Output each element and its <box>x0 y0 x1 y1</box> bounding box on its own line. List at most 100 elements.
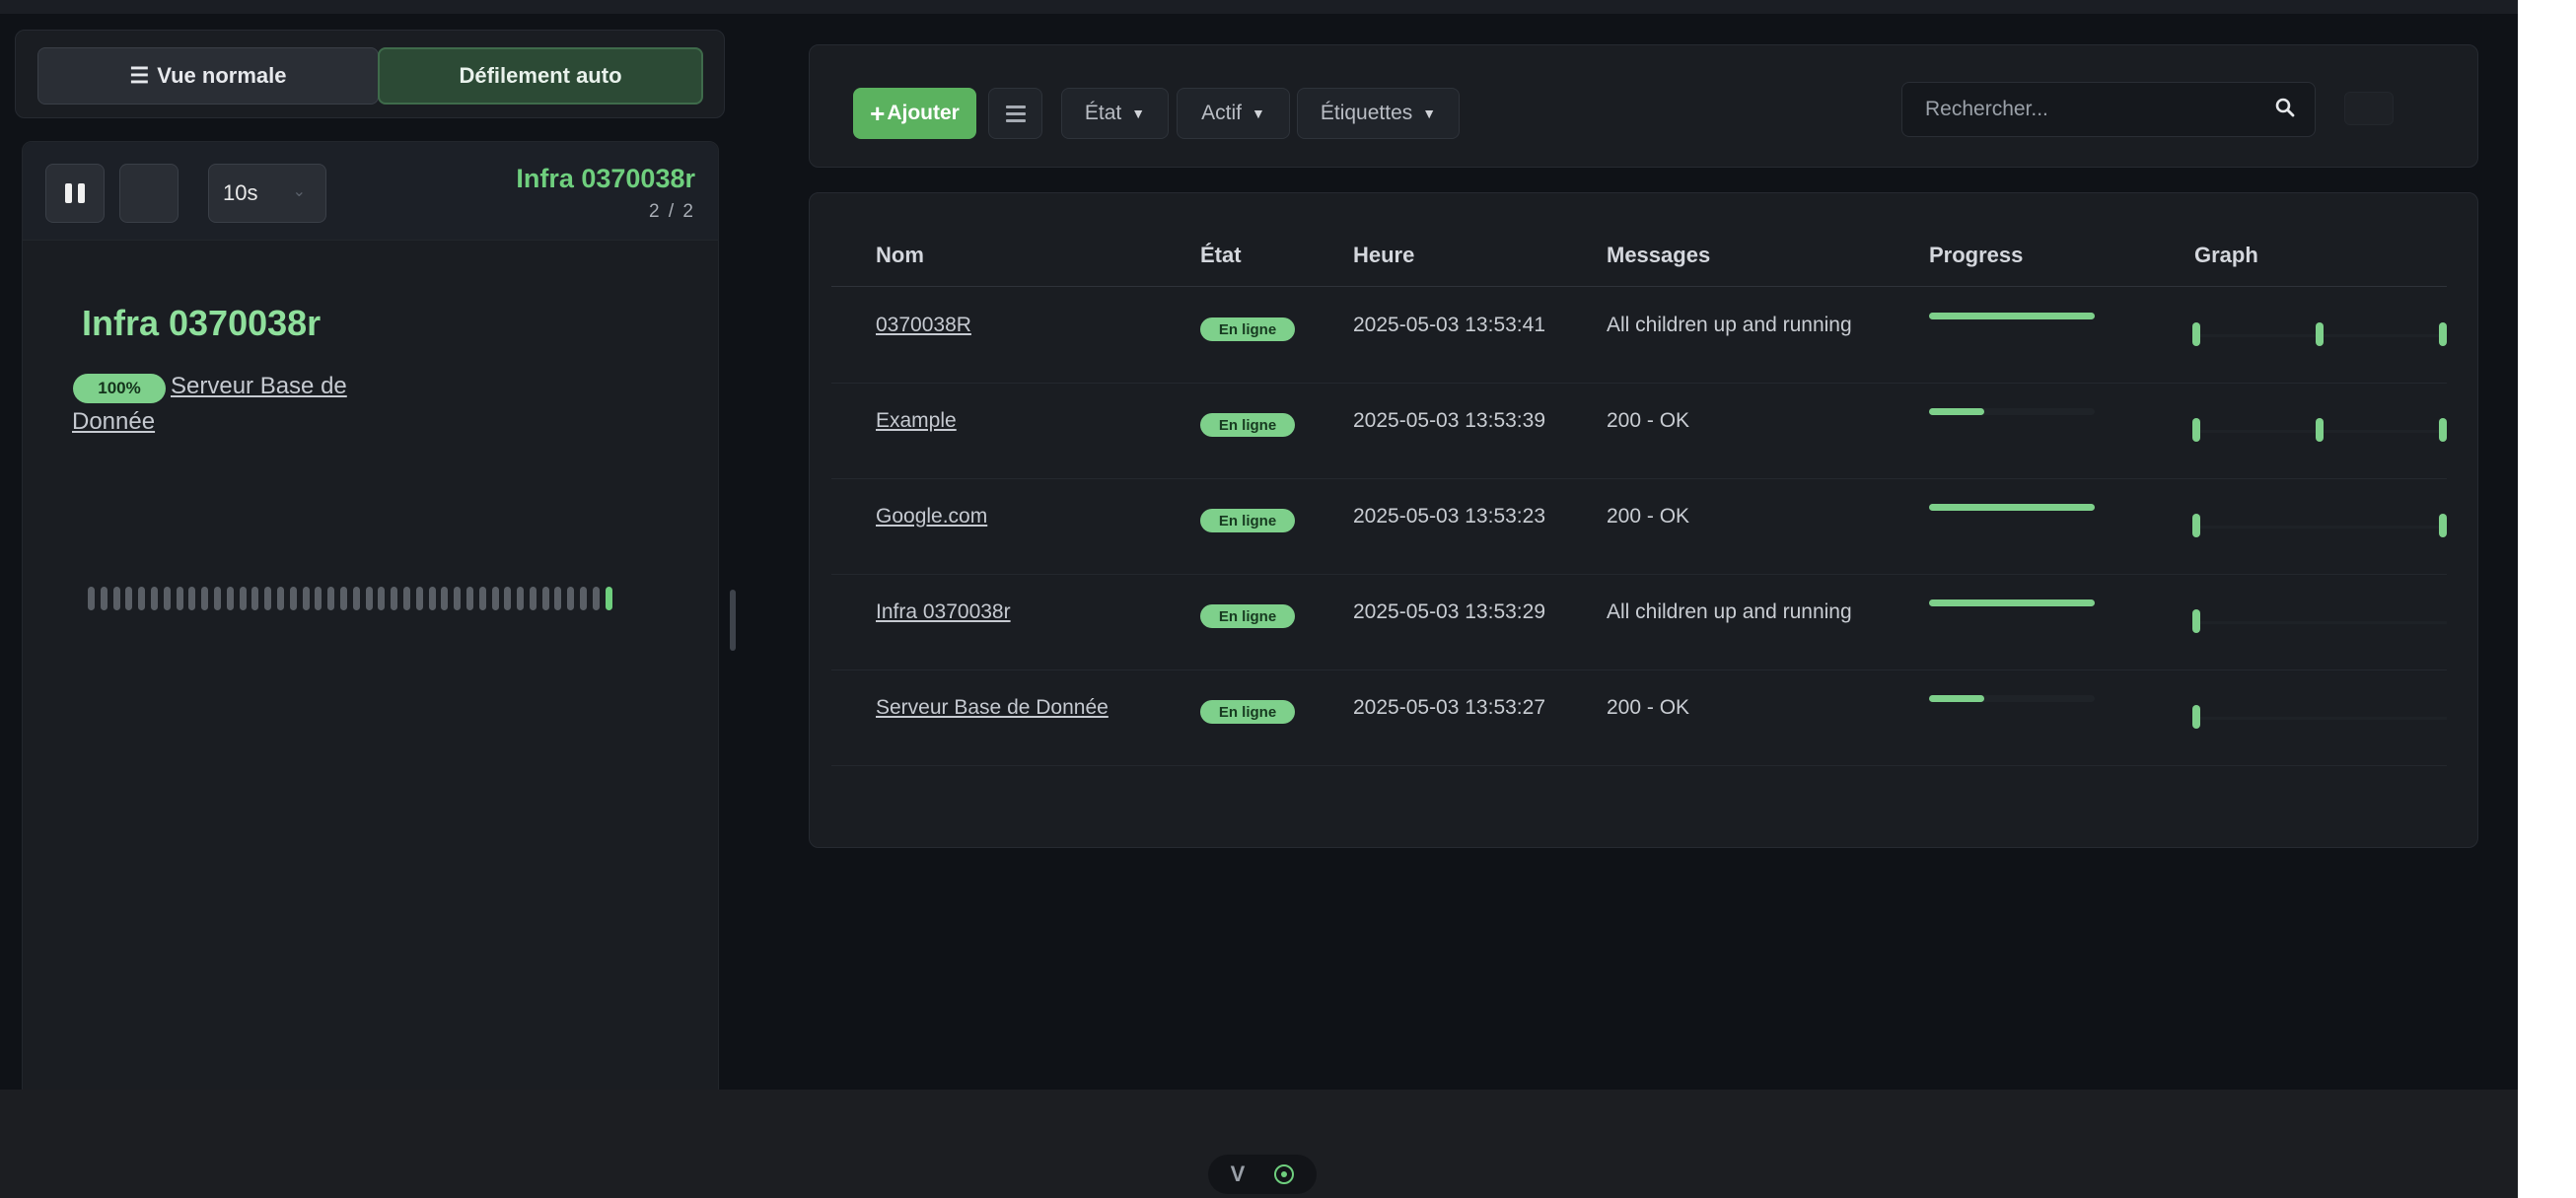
add-monitor-button[interactable]: + Ajouter <box>853 88 976 139</box>
list-icon: ☰ <box>129 63 150 88</box>
heartbeat-time: 2025-05-03 13:53:23 <box>1353 505 1545 528</box>
monitor-name-link[interactable]: Infra 0370038r <box>876 600 1011 624</box>
heartbeat-tick <box>226 587 234 610</box>
status-badge: En ligne <box>1200 604 1295 628</box>
column-header-state: État <box>1200 243 1242 267</box>
page-edge <box>2518 0 2576 1198</box>
heartbeat-graph <box>2192 609 2447 635</box>
chevron-down-icon: ⌄ <box>292 183 306 200</box>
heartbeat-tick <box>352 587 360 610</box>
graph-beat <box>2192 609 2200 633</box>
chevron-down-icon: ▼ <box>1131 106 1146 121</box>
heartbeat-tick <box>517 587 525 610</box>
table-row[interactable]: Serveur Base de Donnée En ligne 2025-05-03… <box>831 670 2447 766</box>
heartbeat-tick <box>554 587 562 610</box>
column-header-messages: Messages <box>1607 243 1711 267</box>
interval-value: 10s <box>223 180 258 205</box>
heartbeat-message: 200 - OK <box>1607 696 1690 719</box>
auto-scroll-label: Défilement auto <box>459 63 622 88</box>
heartbeat-tick <box>339 587 347 610</box>
menu-icon <box>1005 105 1026 108</box>
search-icon[interactable] <box>2275 98 2295 117</box>
select-mode-button[interactable] <box>988 88 1042 139</box>
heartbeat-tick <box>239 587 247 610</box>
auto-scroll-button[interactable]: Défilement auto <box>378 47 703 105</box>
monitor-name-link[interactable]: Serveur Base de Donnée <box>876 696 1109 720</box>
table-header: Nom État Heure Messages Progress Graph <box>831 243 2447 287</box>
graph-baseline <box>2192 717 2447 720</box>
column-header-name: Nom <box>876 243 924 267</box>
graph-beat <box>2192 514 2200 537</box>
graph-beat <box>2439 322 2447 346</box>
filter-tags-dropdown[interactable]: Étiquettes ▼ <box>1297 88 1460 139</box>
progress-fill <box>1929 504 2095 511</box>
heartbeat-graph <box>2192 322 2447 348</box>
column-header-progress: Progress <box>1929 243 2024 267</box>
table-row[interactable]: Infra 0370038r En ligne 2025-05-03 13:53:2… <box>831 575 2447 670</box>
heartbeat-tick <box>454 587 462 610</box>
vue-logo-icon[interactable]: V <box>1231 1162 1246 1187</box>
heartbeat-time: 2025-05-03 13:53:39 <box>1353 409 1545 432</box>
heartbeat-time: 2025-05-03 13:53:29 <box>1353 600 1545 623</box>
filter-state-dropdown[interactable]: État ▼ <box>1061 88 1169 139</box>
monitor-table: Nom État Heure Messages Progress Graph 0… <box>809 192 2478 848</box>
heartbeat-tick <box>541 587 549 610</box>
heartbeat-tick <box>138 587 146 610</box>
add-label: Ajouter <box>887 102 960 124</box>
heartbeat-tick <box>176 587 183 610</box>
search-input[interactable]: Rechercher... <box>1901 82 2316 137</box>
heartbeat-tick <box>302 587 310 610</box>
toolbar-extra-button[interactable] <box>2344 92 2394 125</box>
table-row[interactable]: Google.com En ligne 2025-05-03 13:53:23 200… <box>831 479 2447 575</box>
graph-beat <box>2192 322 2200 346</box>
normal-view-button[interactable]: ☰ Vue normale <box>37 47 379 105</box>
graph-beat <box>2192 705 2200 729</box>
graph-beat <box>2439 418 2447 442</box>
heartbeat-tick <box>150 587 158 610</box>
search-placeholder: Rechercher... <box>1925 98 2048 120</box>
filter-state-label: État <box>1084 102 1122 124</box>
filter-active-dropdown[interactable]: Actif ▼ <box>1177 88 1290 139</box>
auto-scroll-player: 10s ⌄ Infra 0370038r 2 / 2 Infra 0370038… <box>22 141 719 1198</box>
heartbeat-tick <box>163 587 171 610</box>
chevron-down-icon: ▼ <box>1251 106 1265 121</box>
view-mode-selector: ☰ Vue normale Défilement auto <box>15 30 725 118</box>
column-header-graph: Graph <box>2194 243 2258 267</box>
table-row[interactable]: Example En ligne 2025-05-03 13:53:39 200 - … <box>831 384 2447 479</box>
heartbeat-graph <box>2192 418 2447 444</box>
monitor-name-link[interactable]: Google.com <box>876 505 987 529</box>
status-badge: En ligne <box>1200 700 1295 724</box>
heartbeat-tick <box>315 587 322 610</box>
status-badge: En ligne <box>1200 413 1295 437</box>
progress-fill <box>1929 313 2095 319</box>
heartbeat-tick <box>402 587 410 610</box>
heartbeat-time: 2025-05-03 13:53:41 <box>1353 314 1545 336</box>
graph-beat <box>2316 418 2324 442</box>
filter-tags-label: Étiquettes <box>1320 102 1413 124</box>
heartbeat-message: 200 - OK <box>1607 409 1690 432</box>
heartbeat-tick <box>100 587 107 610</box>
heartbeat-tick <box>365 587 373 610</box>
pause-button[interactable] <box>45 164 105 223</box>
graph-baseline <box>2192 526 2447 529</box>
progress-fill <box>1929 599 2095 606</box>
heartbeat-message: All children up and running <box>1607 600 1852 623</box>
interval-select[interactable]: 10s ⌄ <box>208 164 326 223</box>
chevron-down-icon: ▼ <box>1422 106 1437 121</box>
table-row[interactable]: 0370038R En ligne 2025-05-03 13:53:41 All c… <box>831 288 2447 384</box>
heartbeat-tick <box>264 587 272 610</box>
progress-fill <box>1929 408 1984 415</box>
devtools-dock: V <box>1208 1155 1317 1194</box>
monitor-name-link[interactable]: 0370038R <box>876 314 971 337</box>
menu-icon <box>1005 111 1026 115</box>
status-badge: En ligne <box>1200 509 1295 532</box>
heartbeat-tick <box>125 587 133 610</box>
next-button[interactable] <box>119 164 179 223</box>
resize-handle[interactable] <box>730 590 736 651</box>
heartbeat-tick <box>415 587 423 610</box>
graph-beat <box>2192 418 2200 442</box>
heartbeat-tick <box>289 587 297 610</box>
heartbeat-tick <box>276 587 284 610</box>
target-icon[interactable] <box>1274 1164 1295 1184</box>
monitor-name-link[interactable]: Example <box>876 409 957 433</box>
